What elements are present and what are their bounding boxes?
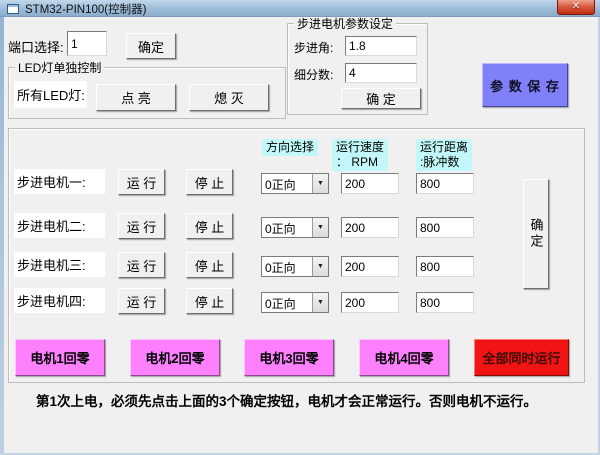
close-icon: ✕ — [572, 1, 580, 12]
subdivision-label: 细分数: — [294, 66, 333, 83]
motor-control-frame: 方向选择 运行速度： RPM 运行距离:脉冲数 步进电机一: 运 行 停 止 0… — [8, 128, 585, 383]
port-select-label: 端口选择: — [8, 37, 64, 56]
motor1-speed-input[interactable] — [341, 173, 399, 194]
window-border-left — [0, 0, 4, 455]
motor4-speed-input[interactable] — [341, 292, 399, 313]
motor1-label: 步进电机一: — [14, 169, 105, 194]
all-led-label: 所有LED灯: — [14, 81, 87, 108]
motor3-stop-button[interactable]: 停 止 — [186, 252, 233, 278]
first-power-note: 第1次上电，必须先点击上面的3个确定按钮，电机才会正常运行。否则电机不运行。 — [36, 390, 537, 410]
speed-header: 运行速度： RPM — [332, 139, 388, 171]
port-input[interactable] — [67, 31, 107, 56]
motor2-speed-input[interactable] — [341, 217, 399, 238]
motor2-label: 步进电机二: — [14, 213, 105, 238]
window-title: STM32-PIN100(控制器) — [25, 1, 146, 17]
motor1-run-button[interactable]: 运 行 — [118, 169, 165, 195]
motor2-stop-button[interactable]: 停 止 — [186, 213, 233, 239]
titlebar: STM32-PIN100(控制器) ✕ — [0, 0, 600, 17]
close-button[interactable]: ✕ — [557, 0, 595, 15]
motor3-distance-input[interactable] — [416, 256, 474, 277]
params-confirm-button[interactable]: 确 定 — [341, 88, 421, 109]
distance-header: 运行距离:脉冲数 — [416, 139, 472, 171]
motor1-distance-input[interactable] — [416, 173, 474, 194]
chevron-down-icon[interactable]: ▼ — [312, 174, 328, 193]
motor4-stop-button[interactable]: 停 止 — [186, 288, 233, 314]
led-group-title: LED灯单独控制 — [15, 59, 104, 76]
motor2-zero-button[interactable]: 电机2回零 — [130, 339, 220, 376]
led-off-button[interactable]: 熄 灭 — [189, 84, 269, 111]
app-window: STM32-PIN100(控制器) ✕ 端口选择: 确定 LED灯单独控制 所有… — [0, 0, 600, 455]
motor4-run-button[interactable]: 运 行 — [118, 288, 165, 314]
motor3-label: 步进电机三: — [14, 252, 105, 277]
subdivision-input[interactable] — [345, 63, 417, 83]
step-angle-input[interactable] — [345, 36, 417, 56]
motor4-label: 步进电机四: — [14, 288, 105, 313]
motor3-zero-button[interactable]: 电机3回零 — [244, 339, 334, 376]
step-angle-label: 步进角: — [294, 39, 333, 56]
motor4-distance-input[interactable] — [416, 292, 474, 313]
motor4-zero-button[interactable]: 电机4回零 — [359, 339, 449, 376]
motor-params-group: 步进电机参数设定 步进角: 细分数: 确 定 — [287, 23, 428, 115]
chevron-down-icon[interactable]: ▼ — [312, 257, 328, 276]
led-control-group: LED灯单独控制 所有LED灯: 点 亮 熄 灭 — [8, 67, 286, 119]
direction-header: 方向选择 — [262, 139, 318, 156]
motor3-direction-select[interactable]: 0正向 ▼ — [261, 256, 329, 277]
motor2-distance-input[interactable] — [416, 217, 474, 238]
motor4-direction-select[interactable]: 0正向 ▼ — [261, 292, 329, 313]
motor2-direction-select[interactable]: 0正向 ▼ — [261, 217, 329, 238]
save-params-button[interactable]: 参 数 保 存 — [482, 63, 568, 107]
app-icon — [7, 4, 19, 14]
motor-params-group-title: 步进电机参数设定 — [294, 15, 396, 32]
motor3-run-button[interactable]: 运 行 — [118, 252, 165, 278]
chevron-down-icon[interactable]: ▼ — [312, 218, 328, 237]
port-confirm-button[interactable]: 确定 — [126, 33, 176, 59]
run-all-button[interactable]: 全部同时运行 — [474, 339, 569, 376]
motor1-stop-button[interactable]: 停 止 — [186, 169, 233, 195]
motors-confirm-button[interactable]: 确定 — [523, 179, 549, 289]
motor1-direction-select[interactable]: 0正向 ▼ — [261, 173, 329, 194]
led-on-button[interactable]: 点 亮 — [96, 84, 176, 111]
motor2-run-button[interactable]: 运 行 — [118, 213, 165, 239]
motor3-speed-input[interactable] — [341, 256, 399, 277]
motor1-zero-button[interactable]: 电机1回零 — [15, 339, 105, 376]
chevron-down-icon[interactable]: ▼ — [312, 293, 328, 312]
